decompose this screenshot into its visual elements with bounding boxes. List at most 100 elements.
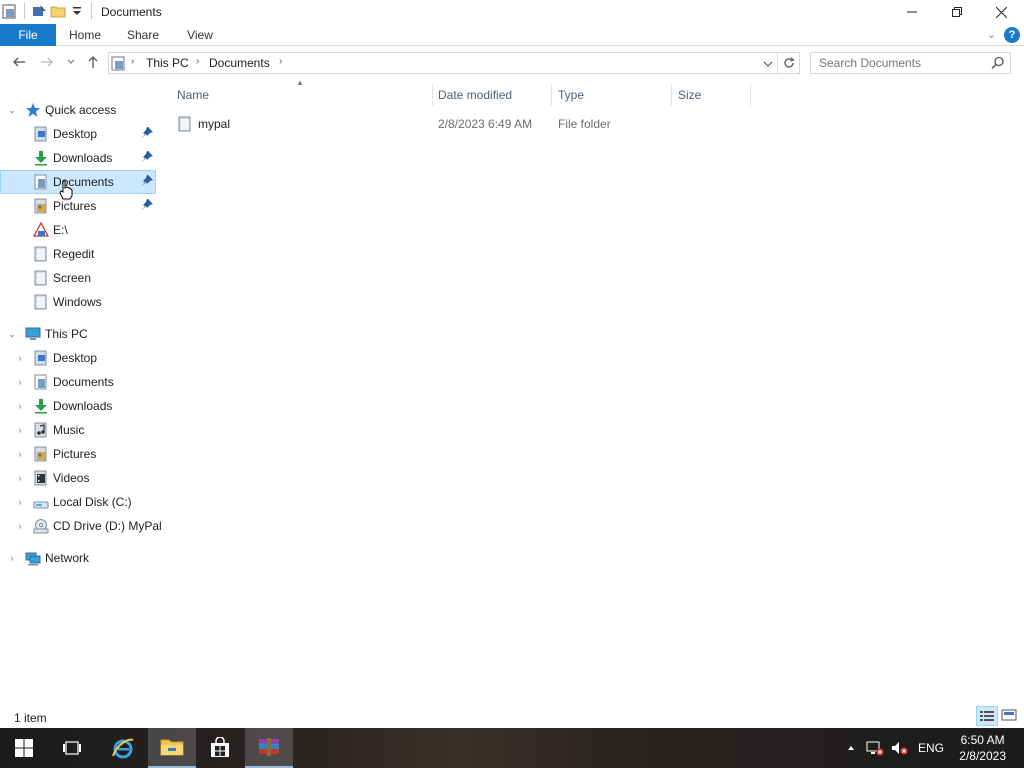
customize-toolbar-icon[interactable] <box>69 3 85 19</box>
nav-quick-access[interactable]: ⌄ Quick access <box>0 98 156 122</box>
search-icon[interactable] <box>991 56 1005 70</box>
divider[interactable] <box>750 84 751 106</box>
column-name[interactable]: Name <box>177 84 432 106</box>
file-name: mypal <box>198 117 231 131</box>
divider[interactable] <box>432 84 433 106</box>
nav-pc-local-disk[interactable]: › Local Disk (C:) <box>0 490 156 514</box>
chevron-right-icon[interactable]: › <box>14 401 26 411</box>
desktop-icon <box>34 126 47 142</box>
forward-button[interactable] <box>38 55 56 73</box>
chevron-right-icon[interactable]: › <box>14 377 26 387</box>
taskbar-winrar[interactable] <box>245 728 293 768</box>
refresh-button[interactable] <box>778 52 800 74</box>
divider[interactable] <box>671 84 672 106</box>
taskbar-file-explorer[interactable] <box>148 728 196 768</box>
pin-icon[interactable] <box>140 198 154 212</box>
window-title: Documents <box>101 5 162 19</box>
file-explorer-icon <box>160 739 184 756</box>
chevron-down-icon[interactable]: ⌄ <box>6 329 18 340</box>
breadcrumb-separator-icon[interactable]: › <box>131 56 134 67</box>
tab-home[interactable]: Home <box>62 24 108 46</box>
search-box[interactable] <box>810 52 1011 74</box>
restore-button[interactable] <box>934 0 979 24</box>
chevron-right-icon[interactable]: › <box>14 425 26 435</box>
address-dropdown-icon[interactable] <box>763 59 773 69</box>
chevron-down-icon[interactable]: ⌄ <box>6 105 18 116</box>
refresh-icon <box>783 57 795 68</box>
task-view-button[interactable] <box>48 728 96 768</box>
nav-network[interactable]: › Network <box>0 546 156 570</box>
taskbar-store[interactable] <box>196 728 244 768</box>
chevron-up-icon <box>848 746 854 750</box>
breadcrumb-this-pc[interactable]: This PC <box>146 56 189 70</box>
nav-qa-desktop[interactable]: Desktop <box>0 122 156 146</box>
pin-icon[interactable] <box>140 174 154 188</box>
show-hidden-icons-button[interactable] <box>846 728 856 768</box>
restore-icon <box>951 7 962 17</box>
back-button[interactable] <box>10 55 28 73</box>
recent-locations-button[interactable] <box>62 55 80 73</box>
tab-view[interactable]: View <box>178 24 222 46</box>
taskbar-internet-explorer[interactable] <box>99 728 147 768</box>
nav-pc-desktop[interactable]: › Desktop <box>0 346 156 370</box>
file-date: 2/8/2023 6:49 AM <box>438 117 533 131</box>
up-button[interactable] <box>84 55 102 73</box>
chevron-right-icon[interactable]: › <box>14 497 26 507</box>
nav-this-pc[interactable]: ⌄ This PC <box>0 322 156 346</box>
column-date-modified[interactable]: Date modified <box>438 84 550 106</box>
pin-icon[interactable] <box>140 150 154 164</box>
nav-qa-downloads[interactable]: Downloads <box>0 146 156 170</box>
chevron-right-icon[interactable]: › <box>14 353 26 363</box>
store-icon <box>211 737 229 757</box>
file-row[interactable]: mypal 2/8/2023 6:49 AM File folder <box>172 113 752 135</box>
nav-label: Downloads <box>53 151 113 165</box>
explorer-app-icon[interactable] <box>2 3 18 19</box>
clock[interactable]: 6:50 AM 2/8/2023 <box>959 732 1006 764</box>
pictures-icon <box>34 198 47 214</box>
cd-drive-icon <box>33 519 49 534</box>
minimize-button[interactable] <box>889 0 934 24</box>
properties-icon[interactable] <box>31 3 47 19</box>
input-language[interactable]: ENG <box>918 728 944 768</box>
chevron-right-icon[interactable]: › <box>14 449 26 459</box>
expand-ribbon-icon[interactable]: ⌄ <box>987 28 996 41</box>
nav-pc-videos[interactable]: › Videos <box>0 466 156 490</box>
network-status-button[interactable] <box>866 728 884 768</box>
nav-qa-screen[interactable]: Screen <box>0 266 156 290</box>
column-type[interactable]: Type <box>558 84 670 106</box>
divider[interactable] <box>551 84 552 106</box>
breadcrumb-documents[interactable]: Documents <box>209 56 270 70</box>
ribbon: File Home Share View ⌄ ? <box>0 24 1024 46</box>
breadcrumb-separator-icon[interactable]: › <box>196 56 199 67</box>
start-button[interactable] <box>0 728 48 768</box>
nav-qa-pictures[interactable]: Pictures <box>0 194 156 218</box>
search-input[interactable] <box>819 53 989 73</box>
details-view-button[interactable] <box>976 706 998 726</box>
help-icon[interactable]: ? <box>1004 27 1020 43</box>
nav-qa-drive-e[interactable]: E:\ <box>0 218 156 242</box>
volume-button[interactable] <box>891 728 909 768</box>
forward-arrow-icon <box>41 57 53 67</box>
close-button[interactable] <box>979 0 1024 24</box>
large-icons-view-button[interactable] <box>999 706 1021 726</box>
nav-pc-music[interactable]: › Music <box>0 418 156 442</box>
task-view-icon <box>63 741 81 755</box>
nav-pc-downloads[interactable]: › Downloads <box>0 394 156 418</box>
breadcrumb-separator-icon[interactable]: › <box>279 56 282 67</box>
chevron-right-icon[interactable]: › <box>6 553 18 563</box>
address-bar[interactable]: › This PC › Documents › <box>108 52 778 74</box>
column-size[interactable]: Size <box>678 84 748 106</box>
chevron-right-icon[interactable]: › <box>14 473 26 483</box>
nav-qa-regedit[interactable]: Regedit <box>0 242 156 266</box>
nav-pc-cd-drive[interactable]: › CD Drive (D:) MyPal <box>0 514 162 538</box>
pin-icon[interactable] <box>140 126 154 140</box>
tab-file[interactable]: File <box>0 24 56 46</box>
nav-qa-windows[interactable]: Windows <box>0 290 156 314</box>
chevron-right-icon[interactable]: › <box>14 521 26 531</box>
nav-pc-pictures[interactable]: › Pictures <box>0 442 156 466</box>
nav-label: Pictures <box>53 447 97 461</box>
tab-share[interactable]: Share <box>120 24 166 46</box>
nav-pc-documents[interactable]: › Documents <box>0 370 156 394</box>
new-folder-icon[interactable] <box>50 3 66 19</box>
nav-qa-documents[interactable]: Documents <box>0 170 156 194</box>
